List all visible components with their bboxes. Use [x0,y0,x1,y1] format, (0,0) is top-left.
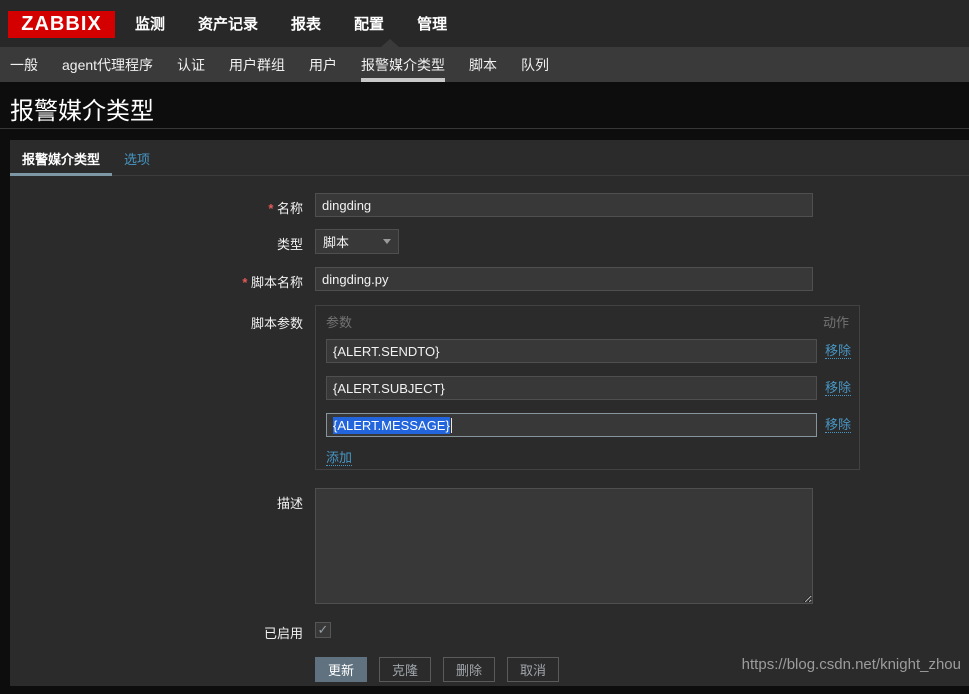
page-title: 报警媒介类型 [10,91,154,126]
form-row-enabled: 已启用 [10,622,331,642]
subnav-item-proxies[interactable]: agent代理程序 [62,47,153,82]
clone-button[interactable]: 克隆 [379,657,431,682]
sub-nav: 一般 agent代理程序 认证 用户群组 用户 报警媒介类型 脚本 队列 [0,47,969,82]
form-row-description: 描述 [10,488,813,607]
subnav-item-user-groups[interactable]: 用户群组 [229,47,285,82]
active-menu-caret-icon [381,39,399,47]
param-column-header: 参数 [326,312,352,331]
enabled-checkbox[interactable] [315,622,331,638]
param-row: 移除 [326,339,851,363]
param-row: 移除 [326,376,851,400]
add-param-link[interactable]: 添加 [326,450,352,466]
top-menu-monitoring[interactable]: 监测 [135,13,165,34]
remove-param-link[interactable]: 移除 [825,380,851,396]
remove-param-link[interactable]: 移除 [825,343,851,359]
enabled-label: 已启用 [10,622,303,642]
update-button[interactable]: 更新 [315,657,367,682]
remove-param-link[interactable]: 移除 [825,417,851,433]
type-select-value: 脚本 [323,232,349,251]
tab-media-type[interactable]: 报警媒介类型 [10,140,112,176]
top-menu-administration[interactable]: 管理 [417,13,447,34]
script-name-input[interactable] [315,267,813,291]
script-name-label: 脚本名称 [10,267,303,291]
script-params-header: 参数 动作 [326,312,851,331]
subnav-item-media-types[interactable]: 报警媒介类型 [361,47,445,82]
script-params-box: 参数 动作 移除 移除 {ALERT.MESSAGE} 移除 [315,305,860,470]
subnav-item-queue[interactable]: 队列 [521,47,549,82]
script-params-label: 脚本参数 [10,305,303,332]
subnav-item-authentication[interactable]: 认证 [177,47,205,82]
type-select[interactable]: 脚本 [315,229,399,254]
form-row-script-name: 脚本名称 [10,267,813,291]
description-label: 描述 [10,488,303,512]
cancel-button[interactable]: 取消 [507,657,559,682]
param-input-sendto[interactable] [326,339,817,363]
top-nav: ZABBIX 监测 资产记录 报表 配置 管理 [0,0,969,47]
form-buttons: 更新 克隆 删除 取消 [315,657,571,682]
text-cursor [451,418,452,433]
top-menu-inventory[interactable]: 资产记录 [198,13,258,34]
top-menu-configuration[interactable]: 配置 [354,13,384,34]
subnav-item-users[interactable]: 用户 [309,47,337,82]
content-panel: 报警媒介类型 选项 名称 类型 脚本 脚本名称 脚本参数 参数 [10,140,969,686]
type-label: 类型 [10,229,303,253]
param-input-message[interactable]: {ALERT.MESSAGE} [326,413,817,437]
zabbix-logo[interactable]: ZABBIX [8,11,115,38]
dropdown-caret-icon [383,239,391,244]
param-row: {ALERT.MESSAGE} 移除 [326,413,851,437]
param-input-subject[interactable] [326,376,817,400]
delete-button[interactable]: 删除 [443,657,495,682]
top-menu: 监测 资产记录 报表 配置 管理 [135,0,480,47]
subnav-item-scripts[interactable]: 脚本 [469,47,497,82]
title-bar: 报警媒介类型 [0,82,969,129]
name-input[interactable] [315,193,813,217]
watermark: https://blog.csdn.net/knight_zhou [742,656,961,673]
form-row-type: 类型 脚本 [10,229,399,254]
description-textarea[interactable] [315,488,813,604]
name-label: 名称 [10,193,303,217]
form-row-name: 名称 [10,193,813,217]
selected-text: {ALERT.MESSAGE} [333,417,450,434]
form-row-script-params: 脚本参数 参数 动作 移除 移除 {ALERT.MESSAGE} [10,305,860,470]
subnav-item-general[interactable]: 一般 [10,47,38,82]
top-menu-reports[interactable]: 报表 [291,13,321,34]
tab-bar: 报警媒介类型 选项 [10,140,969,176]
tab-options[interactable]: 选项 [112,140,162,176]
action-column-header: 动作 [823,312,849,331]
